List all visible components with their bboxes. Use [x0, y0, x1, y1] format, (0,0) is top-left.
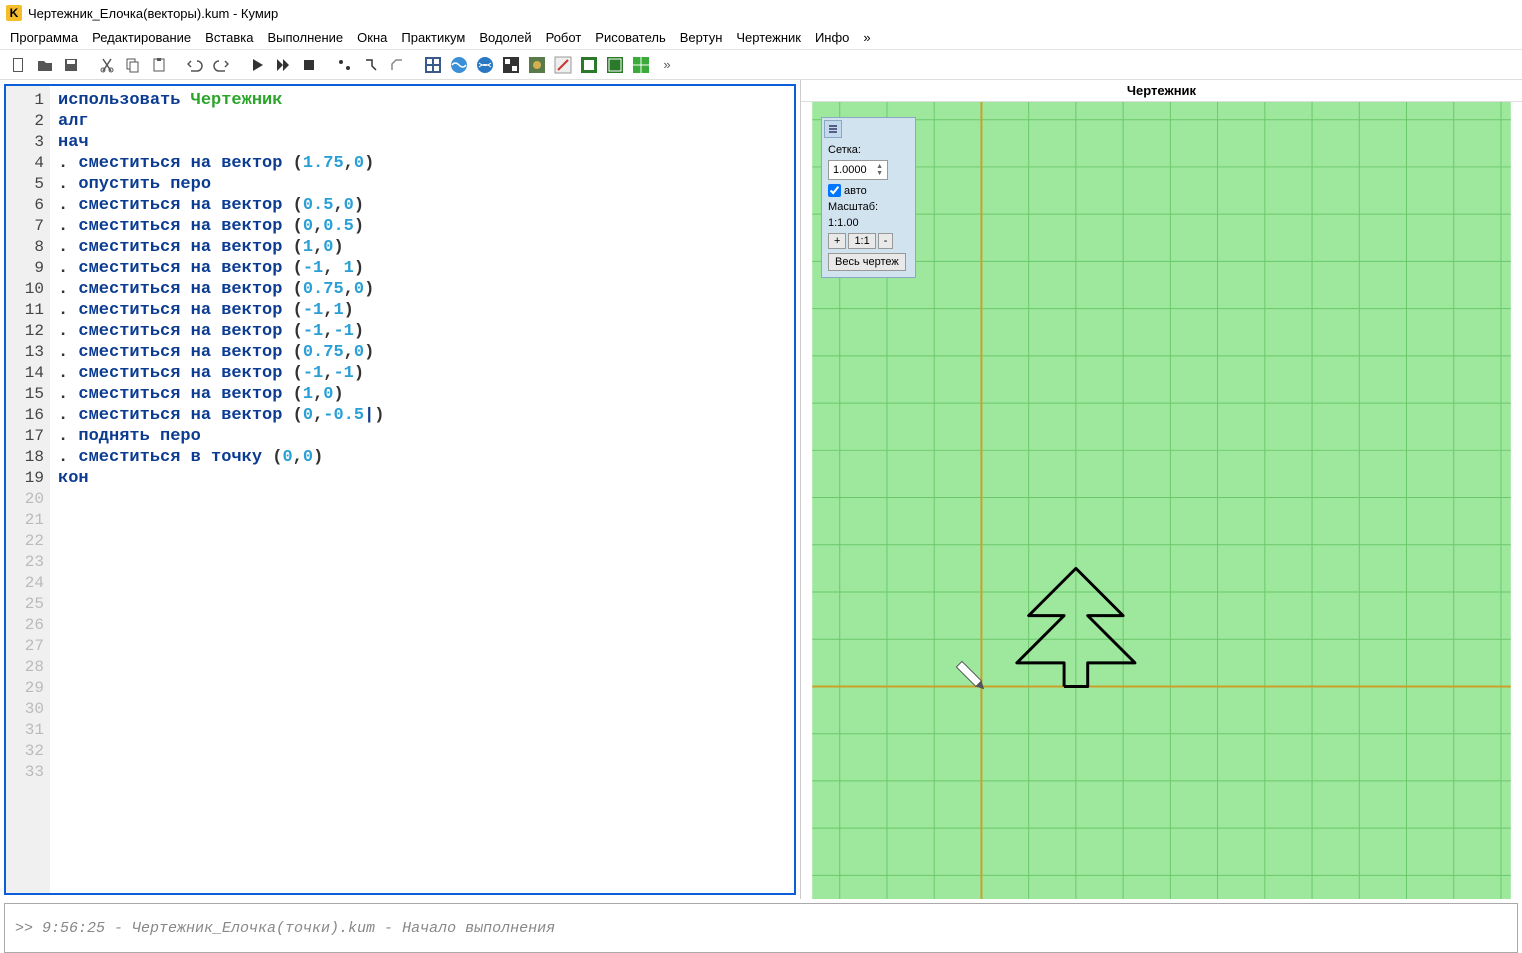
zoom-in-button[interactable]: +: [828, 233, 846, 249]
menu-program[interactable]: Программа: [10, 30, 78, 45]
undo-icon[interactable]: [184, 54, 206, 76]
editor-panel: 1234567891011121314151617181920212223242…: [0, 80, 800, 899]
zoom-reset-button[interactable]: 1:1: [848, 233, 875, 249]
copy-icon[interactable]: [122, 54, 144, 76]
console-line: >> 9:56:25 - Чертежник_Елочка(точки).kum…: [15, 920, 555, 937]
save-file-icon[interactable]: [60, 54, 82, 76]
console[interactable]: >> 9:56:25 - Чертежник_Елочка(точки).kum…: [4, 903, 1518, 953]
actor1-icon[interactable]: [422, 54, 444, 76]
new-file-icon[interactable]: [8, 54, 30, 76]
actor2-icon[interactable]: [448, 54, 470, 76]
drawer-panel: Чертежник: [800, 80, 1522, 899]
open-file-icon[interactable]: [34, 54, 56, 76]
paste-icon[interactable]: [148, 54, 170, 76]
actor8-icon[interactable]: [604, 54, 626, 76]
menu-more[interactable]: »: [863, 30, 870, 45]
code-area[interactable]: использовать Чертежник алг нач . сместит…: [50, 86, 794, 893]
actor9-icon[interactable]: [630, 54, 652, 76]
actor5-icon[interactable]: [526, 54, 548, 76]
menu-vodoley[interactable]: Водолей: [479, 30, 531, 45]
menu-practicum[interactable]: Практикум: [401, 30, 465, 45]
window-title: Чертежник_Елочка(векторы).kum - Кумир: [28, 6, 278, 21]
title-bar: K Чертежник_Елочка(векторы).kum - Кумир: [0, 0, 1522, 26]
redo-icon[interactable]: [210, 54, 232, 76]
menu-robot[interactable]: Робот: [546, 30, 582, 45]
step-icon[interactable]: [334, 54, 356, 76]
fit-drawing-button[interactable]: Весь чертеж: [828, 253, 906, 271]
scale-value: 1:1.00: [828, 217, 909, 229]
grid-label: Сетка:: [828, 144, 909, 156]
grid-spinner[interactable]: 1.0000 ▲▼: [828, 160, 888, 180]
auto-label: авто: [844, 185, 867, 197]
panel-menu-icon[interactable]: [824, 120, 842, 138]
actor6-icon[interactable]: [552, 54, 574, 76]
menu-chertezhnik[interactable]: Чертежник: [736, 30, 801, 45]
step-into-icon[interactable]: [360, 54, 382, 76]
step-out-icon[interactable]: [386, 54, 408, 76]
toolbar: »: [0, 50, 1522, 80]
drawer-title: Чертежник: [801, 80, 1522, 102]
stop-icon[interactable]: [298, 54, 320, 76]
menu-bar: Программа Редактирование Вставка Выполне…: [0, 26, 1522, 50]
actor4-icon[interactable]: [500, 54, 522, 76]
menu-info[interactable]: Инфо: [815, 30, 849, 45]
menu-run[interactable]: Выполнение: [267, 30, 343, 45]
run-icon[interactable]: [246, 54, 268, 76]
menu-insert[interactable]: Вставка: [205, 30, 253, 45]
menu-edit[interactable]: Редактирование: [92, 30, 191, 45]
toolbar-more[interactable]: »: [656, 54, 678, 76]
run-fast-icon[interactable]: [272, 54, 294, 76]
canvas-control-panel: Сетка: 1.0000 ▲▼ авто Масштаб: 1:1.00 + …: [821, 117, 916, 278]
actor3-icon[interactable]: [474, 54, 496, 76]
menu-risovatel[interactable]: Рисователь: [595, 30, 665, 45]
auto-checkbox[interactable]: [828, 184, 841, 197]
scale-label: Масштаб:: [828, 201, 909, 213]
cut-icon[interactable]: [96, 54, 118, 76]
app-icon: K: [6, 5, 22, 21]
actor7-icon[interactable]: [578, 54, 600, 76]
zoom-out-button[interactable]: -: [878, 233, 894, 249]
canvas[interactable]: Сетка: 1.0000 ▲▼ авто Масштаб: 1:1.00 + …: [801, 102, 1522, 899]
menu-windows[interactable]: Окна: [357, 30, 387, 45]
menu-vertun[interactable]: Вертун: [680, 30, 723, 45]
line-gutter: 1234567891011121314151617181920212223242…: [6, 86, 50, 893]
